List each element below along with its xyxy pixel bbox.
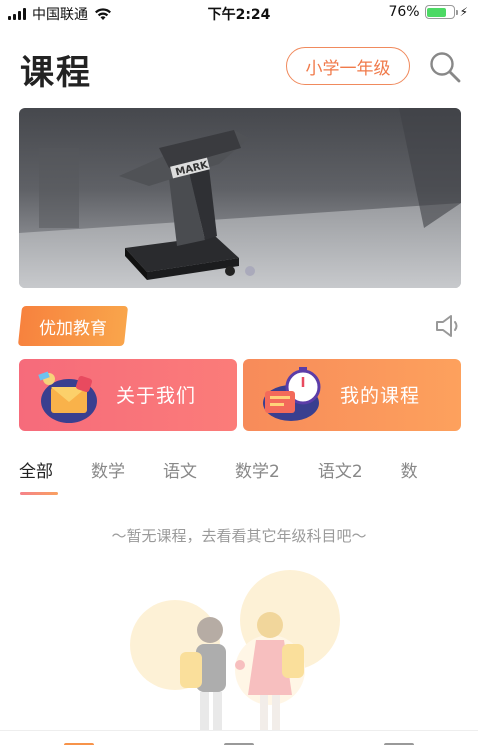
battery-percent: 76% <box>388 4 420 20</box>
battery-icon <box>424 5 458 19</box>
status-bar: 中国联通 下午2:24 76% ⚡ <box>0 0 478 26</box>
about-us-label: 关于我们 <box>116 385 197 407</box>
tab-math-partial[interactable]: 数 <box>401 452 418 500</box>
active-tab-indicator <box>20 492 58 495</box>
bottom-nav <box>0 730 478 745</box>
page-title: 课程 <box>20 53 92 93</box>
battery-level <box>427 7 447 17</box>
search-icon[interactable] <box>428 50 462 84</box>
brand-tag-label: 优加教育 <box>39 318 107 339</box>
tab-chinese-2[interactable]: 语文2 <box>318 452 363 500</box>
empty-state-illustration <box>130 570 340 737</box>
carousel-dot-2[interactable] <box>245 266 255 276</box>
my-courses-card[interactable]: 我的课程 <box>243 359 461 431</box>
stopwatch-illustration-icon <box>263 367 321 421</box>
brand-tag: 优加教育 <box>17 306 129 346</box>
about-us-card[interactable]: 关于我们 <box>19 359 237 431</box>
charging-icon: ⚡ <box>459 5 468 19</box>
tab-math-2[interactable]: 数学2 <box>235 452 280 500</box>
grade-selector-button[interactable]: 小学一年级 <box>286 47 410 85</box>
tab-chinese[interactable]: 语文 <box>163 452 197 500</box>
empty-state-message: ～暂无课程，去看看其它年级科目吧～ <box>111 527 367 545</box>
subject-tabs: 全部 数学 语文 数学2 语文2 数 <box>19 452 461 500</box>
status-right: 76% ⚡ <box>388 4 468 20</box>
trophy-image: MARK <box>19 108 461 288</box>
tab-math[interactable]: 数学 <box>91 452 125 500</box>
banner-carousel[interactable]: MARK <box>19 108 461 288</box>
my-courses-label: 我的课程 <box>340 385 421 407</box>
speaker-icon[interactable] <box>434 312 462 340</box>
carousel-dots <box>225 266 255 276</box>
envelope-illustration-icon <box>38 371 97 423</box>
carousel-dot-1[interactable] <box>225 266 235 276</box>
